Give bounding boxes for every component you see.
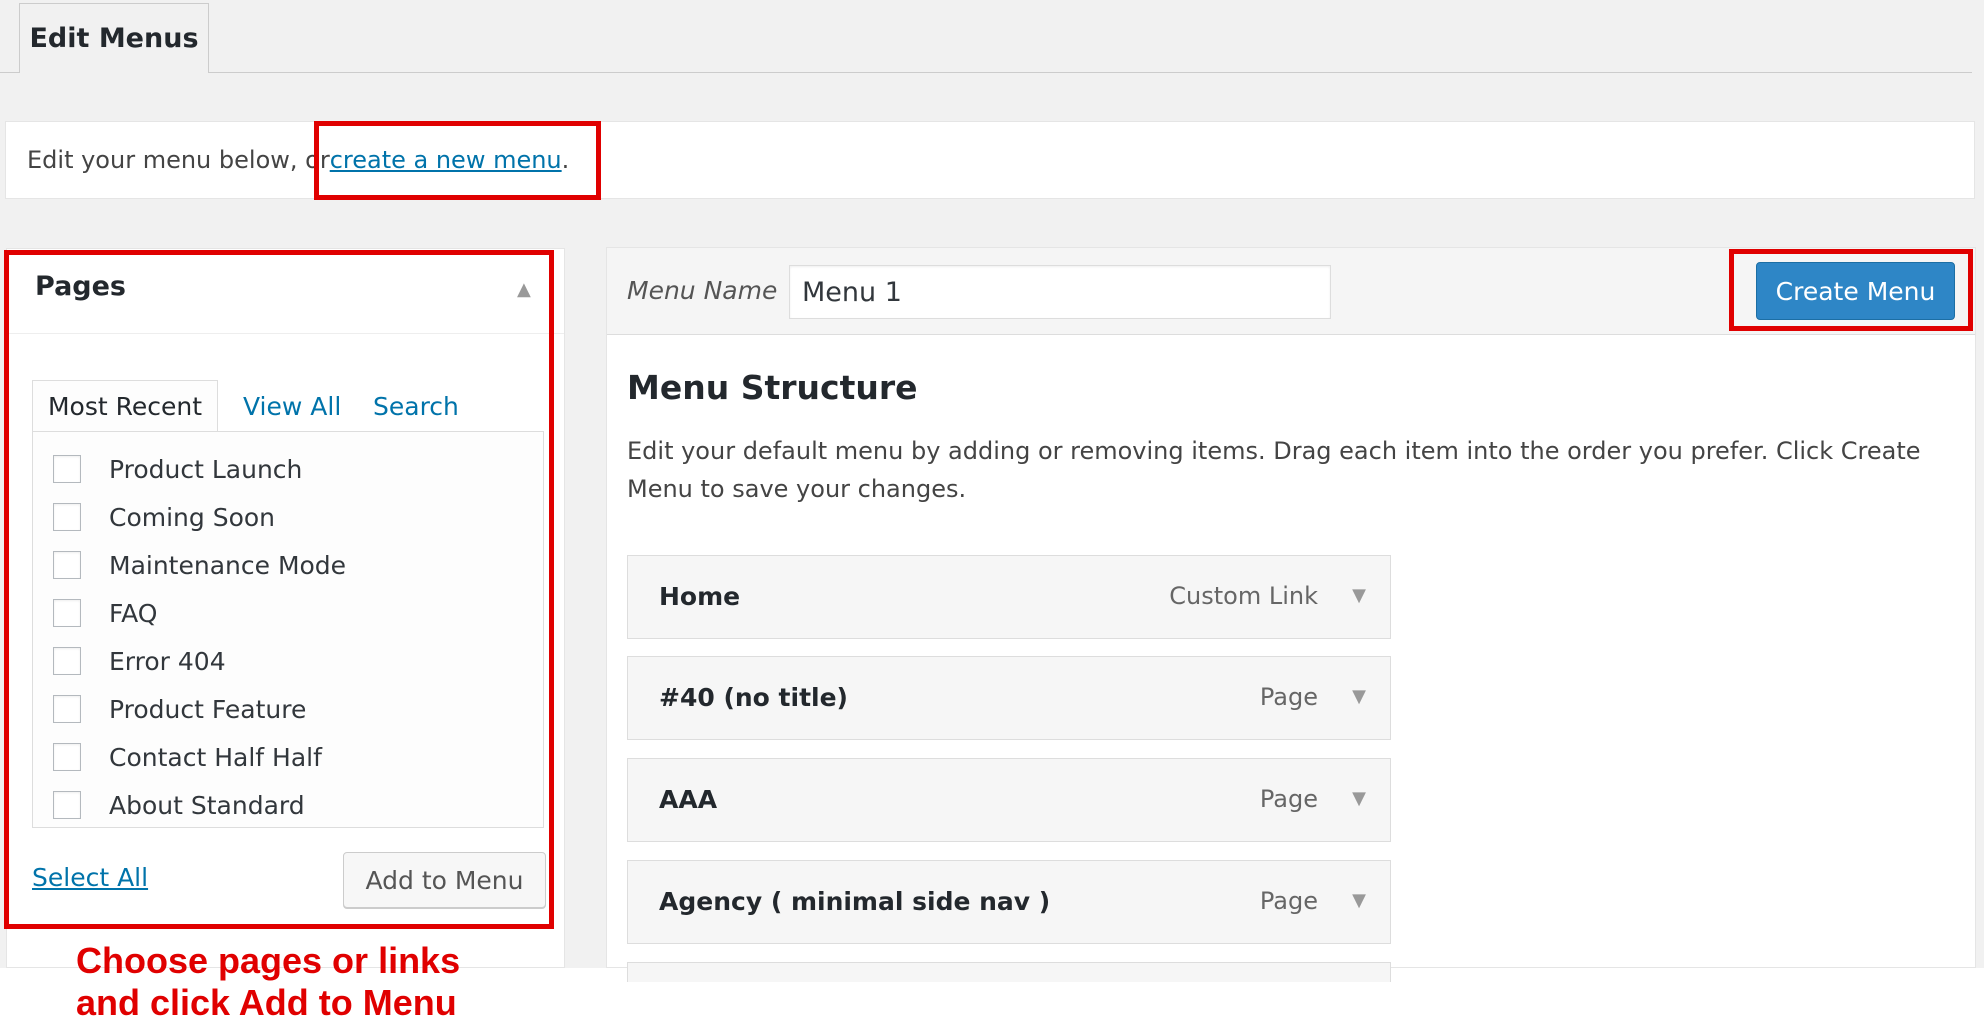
menu-item-title: Home <box>659 582 741 611</box>
menu-name-label: Menu Name <box>627 276 778 305</box>
highlight-create-link <box>314 121 601 200</box>
menu-item-type: Custom Link <box>1169 582 1318 610</box>
menu-item-title: #40 (no title) <box>659 683 848 712</box>
menu-item[interactable]: AAA Page ▼ <box>627 758 1391 842</box>
menu-item-title: AAA <box>659 785 718 814</box>
annotation-line-2: and click Add to Menu <box>76 982 457 1023</box>
tabs-divider <box>0 72 1972 73</box>
triangle-down-icon[interactable]: ▼ <box>1352 788 1366 809</box>
menu-item-type: Page <box>1259 683 1318 711</box>
annotation-caption: Choose pages or links and click Add to M… <box>76 940 460 1024</box>
annotation-line-1: Choose pages or links <box>76 940 461 981</box>
tab-edit-menus[interactable]: Edit Menus <box>19 3 209 73</box>
menu-item-type: Page <box>1259 887 1318 915</box>
menu-editor-panel: Menu Name Create Menu Menu Structure Edi… <box>606 247 1976 982</box>
menu-item[interactable] <box>627 962 1391 982</box>
menu-item[interactable]: Home Custom Link ▼ <box>627 555 1391 639</box>
highlight-pages-panel <box>4 250 554 929</box>
menu-name-input[interactable] <box>789 265 1331 319</box>
notice-text: Edit your menu below, or <box>27 146 330 174</box>
menu-structure-description: Edit your default menu by adding or remo… <box>627 437 1921 503</box>
triangle-down-icon[interactable]: ▼ <box>1352 585 1366 606</box>
edit-menu-notice: Edit your menu below, or create a new me… <box>5 121 1975 199</box>
triangle-down-icon[interactable]: ▼ <box>1352 890 1366 911</box>
highlight-create-button <box>1729 249 1973 331</box>
menu-item[interactable]: #40 (no title) Page ▼ <box>627 656 1391 740</box>
menu-item-type: Page <box>1259 785 1318 813</box>
menu-structure-title: Menu Structure <box>627 368 918 407</box>
menu-item-title: Agency ( minimal side nav ) <box>659 887 1051 916</box>
menu-item[interactable]: Agency ( minimal side nav ) Page ▼ <box>627 860 1391 944</box>
triangle-down-icon[interactable]: ▼ <box>1352 686 1366 707</box>
